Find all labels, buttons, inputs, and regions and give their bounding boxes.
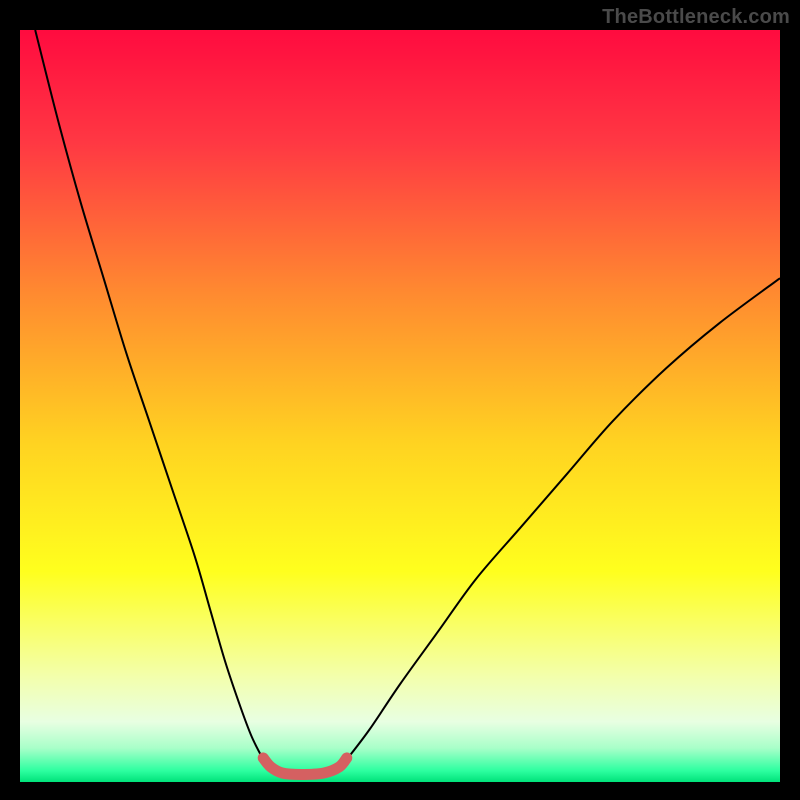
bottleneck-chart: [0, 0, 800, 800]
chart-container: TheBottleneck.com: [0, 0, 800, 800]
watermark-text: TheBottleneck.com: [602, 6, 790, 29]
gradient-background: [20, 30, 780, 782]
